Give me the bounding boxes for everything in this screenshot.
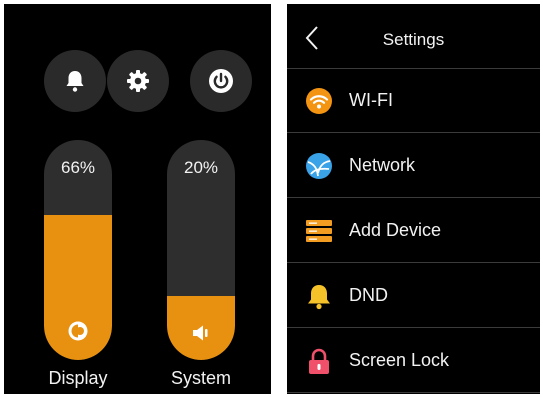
page-title: Settings <box>382 30 445 49</box>
slider-value: 66% <box>60 158 96 177</box>
display-brightness-slider[interactable]: 66% <box>44 140 112 360</box>
menu-item-network[interactable]: Network <box>287 134 540 198</box>
slider-label: System <box>170 368 231 388</box>
power-icon <box>208 68 234 94</box>
network-icon <box>305 152 333 180</box>
menu-item-wifi[interactable]: WI-FI <box>287 69 540 133</box>
lock-icon <box>305 347 333 375</box>
menu-item-label: DND <box>349 285 388 305</box>
menu-item-label: Network <box>349 155 416 175</box>
notification-button[interactable] <box>44 50 106 112</box>
menu-item-add-device[interactable]: Add Device <box>287 199 540 263</box>
wifi-icon <box>305 87 333 115</box>
bell-icon <box>305 282 333 310</box>
speaker-icon <box>191 324 211 342</box>
menu-item-screen-lock[interactable]: Screen Lock <box>287 329 540 393</box>
divider <box>287 262 540 263</box>
divider <box>287 327 540 328</box>
divider <box>287 132 540 133</box>
menu-item-label: Screen Lock <box>349 350 450 370</box>
divider <box>287 197 540 198</box>
control-panel: 66% Display 20% System <box>4 4 271 394</box>
divider <box>287 392 540 393</box>
slider-label: Display <box>48 368 108 388</box>
power-button[interactable] <box>190 50 252 112</box>
brightness-icon <box>67 320 89 342</box>
add-device-icon <box>305 217 333 245</box>
settings-panel: Settings WI-FI Network Add Device DND Sc… <box>287 4 540 394</box>
menu-item-dnd[interactable]: DND <box>287 264 540 328</box>
menu-item-label: WI-FI <box>349 90 393 110</box>
slider-value: 20% <box>183 158 219 177</box>
menu-item-label: Add Device <box>349 220 442 240</box>
system-volume-slider[interactable]: 20% <box>167 140 235 360</box>
bell-icon <box>64 69 86 93</box>
settings-button[interactable] <box>107 50 169 112</box>
gear-icon <box>126 69 150 93</box>
settings-header: Settings <box>287 4 540 68</box>
